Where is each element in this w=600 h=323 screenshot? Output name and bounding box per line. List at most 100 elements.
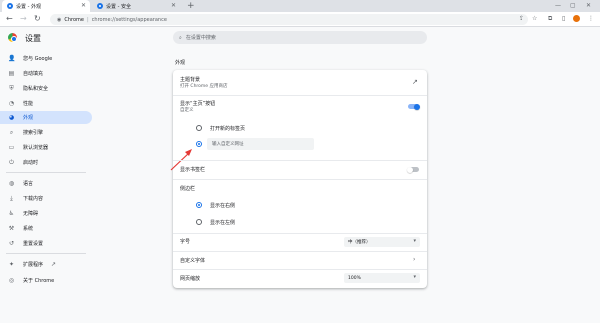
font-size-label: 字号 [180, 239, 191, 245]
home-button-sublabel: 自定义 [180, 108, 194, 113]
address-separator: | [87, 16, 89, 23]
sidebar-icon[interactable]: ▯ [562, 13, 565, 25]
globe-icon: ◍ [8, 180, 15, 187]
sidebar-item-search-engine[interactable]: ⌕ 搜索引擎 [0, 126, 92, 139]
sidebar-item-extensions[interactable]: ✦ 扩展程序 ↗ [0, 258, 92, 271]
sidebar-item-downloads[interactable]: ⤓ 下载内容 [0, 192, 92, 205]
sidebar-item-label: 默认浏览器 [23, 145, 49, 151]
page-title: 设置 [25, 34, 41, 43]
theme-label: 主题背景 [180, 77, 201, 83]
tab-settings-appearance[interactable]: 设置 - 外观 ✕ [2, 0, 90, 12]
radio-side-panel-left[interactable] [196, 219, 202, 225]
maximize-icon[interactable]: ▢ [570, 0, 576, 12]
power-icon: ⏻ [9, 158, 14, 166]
settings-search[interactable]: ⌕ 在设置中搜索 [173, 31, 427, 44]
browser-icon: ▭ [8, 144, 15, 151]
dropdown-caret-icon: ▾ [413, 238, 416, 244]
close-tab-icon[interactable]: ✕ [81, 2, 86, 9]
side-panel-label: 侧边栏 [180, 186, 196, 192]
share-icon[interactable]: ⇪ [519, 13, 524, 25]
row-divider [173, 95, 427, 96]
minimize-icon[interactable]: — [555, 0, 561, 12]
address-chip: Chrome [64, 16, 84, 23]
tab-title: 设置 - 外观 [16, 3, 41, 10]
sidebar-item-system[interactable]: ⚒ 系统 [0, 222, 92, 235]
shield-icon: ⛨ [9, 84, 14, 92]
back-icon[interactable]: ← [6, 13, 13, 25]
custom-url-input[interactable]: 输入自定义网址 [207, 138, 314, 150]
sidebar-divider [6, 172, 86, 173]
sidebar-item-about[interactable]: ◎ 关于 Chrome [0, 274, 92, 287]
page-zoom-select[interactable]: 100% ▾ [344, 273, 420, 283]
address-url: chrome://settings/appearance [91, 16, 167, 23]
radio-side-panel-right[interactable] [196, 202, 202, 208]
sidebar-item-label: 自动填充 [23, 71, 44, 77]
sidebar-divider [6, 253, 86, 254]
close-tab-icon[interactable]: ✕ [171, 2, 176, 9]
sidebar-item-privacy[interactable]: ⛨ 隐私和安全 [0, 82, 92, 95]
sidebar-item-label: 语言 [23, 181, 34, 187]
accessibility-icon: ♿ [8, 210, 15, 217]
home-button-label: 显示“主页”按钮 [180, 101, 216, 107]
custom-url-placeholder: 输入自定义网址 [212, 142, 244, 147]
forward-icon[interactable]: → [20, 13, 27, 25]
tab-title: 设置 - 安全 [106, 3, 131, 10]
settings-favicon-icon [97, 3, 103, 9]
radio-custom-url[interactable] [196, 141, 202, 147]
site-info-icon[interactable]: ◉ [57, 17, 61, 23]
wrench-icon: ⚒ [8, 225, 15, 232]
sidebar-item-you-and-google[interactable]: 👤 您与 Google [0, 52, 92, 65]
sidebar-item-label: 扩展程序 [23, 262, 44, 268]
font-size-select[interactable]: 中（推荐） ▾ [344, 237, 420, 247]
reset-icon: ↺ [8, 240, 15, 247]
row-divider [173, 251, 427, 252]
sidebar-item-label: 性能 [23, 101, 34, 107]
row-divider [173, 160, 427, 161]
settings-favicon-icon [7, 3, 13, 9]
sidebar-item-on-startup[interactable]: ⏻ 启动时 [0, 156, 92, 169]
row-divider [173, 269, 427, 270]
sidebar-item-accessibility[interactable]: ♿ 无障碍 [0, 207, 92, 220]
custom-fonts-label[interactable]: 自定义字体 [180, 257, 205, 264]
extensions-icon[interactable]: ⧉ [548, 13, 552, 25]
page-zoom-label: 网页缩放 [180, 276, 201, 282]
bookmarks-bar-toggle[interactable] [407, 166, 419, 173]
new-tab-button[interactable]: + [187, 0, 195, 12]
chrome-icon: ◎ [8, 277, 15, 284]
sidebar-item-label: 搜索引擎 [23, 130, 44, 136]
tab-strip [0, 0, 600, 12]
bookmark-star-icon[interactable]: ☆ [532, 13, 537, 25]
search-placeholder: 在设置中搜索 [185, 35, 216, 41]
chevron-right-icon[interactable]: › [413, 256, 415, 263]
puzzle-icon: ✦ [8, 261, 15, 268]
sidebar-item-label: 隐私和安全 [23, 86, 49, 92]
address-bar[interactable]: ◉ Chrome | chrome://settings/appearance [50, 14, 528, 25]
theme-sublabel: 打开 Chrome 应用商店 [180, 84, 228, 89]
sidebar-item-label: 启动时 [23, 160, 39, 166]
toggle-knob [407, 166, 413, 173]
open-external-icon: ↗ [51, 261, 57, 268]
sidebar-item-default-browser[interactable]: ▭ 默认浏览器 [0, 141, 92, 154]
reload-icon[interactable]: ↻ [34, 13, 41, 25]
sidebar-item-autofill[interactable]: ▤ 自动填充 [0, 67, 92, 80]
section-title: 外观 [175, 60, 186, 66]
sidebar-item-appearance[interactable]: ◕ 外观 [0, 111, 92, 124]
profile-avatar[interactable] [573, 15, 580, 22]
home-button-toggle[interactable] [408, 103, 420, 110]
search-icon: ⌕ [9, 128, 14, 136]
close-window-icon[interactable]: ✕ [586, 0, 591, 12]
row-divider [173, 233, 427, 234]
sidebar-item-reset[interactable]: ↺ 重置设置 [0, 237, 92, 250]
menu-icon[interactable]: ⋮ [588, 13, 594, 25]
chrome-logo-icon [8, 33, 17, 42]
radio-new-tab[interactable] [196, 125, 202, 131]
sidebar-item-performance[interactable]: ◔ 性能 [0, 97, 92, 110]
sidebar-item-label: 您与 Google [23, 56, 53, 62]
open-external-icon[interactable]: ↗ [412, 78, 418, 86]
bookmarks-bar-label: 显示书签栏 [180, 167, 206, 173]
radio-side-panel-right-label: 显示在右侧 [210, 203, 236, 209]
sidebar-item-languages[interactable]: ◍ 语言 [0, 177, 92, 190]
download-icon: ⤓ [10, 194, 13, 202]
sidebar-item-label: 关于 Chrome [23, 278, 55, 284]
tab-settings-security[interactable]: 设置 - 安全 ✕ [92, 0, 180, 12]
